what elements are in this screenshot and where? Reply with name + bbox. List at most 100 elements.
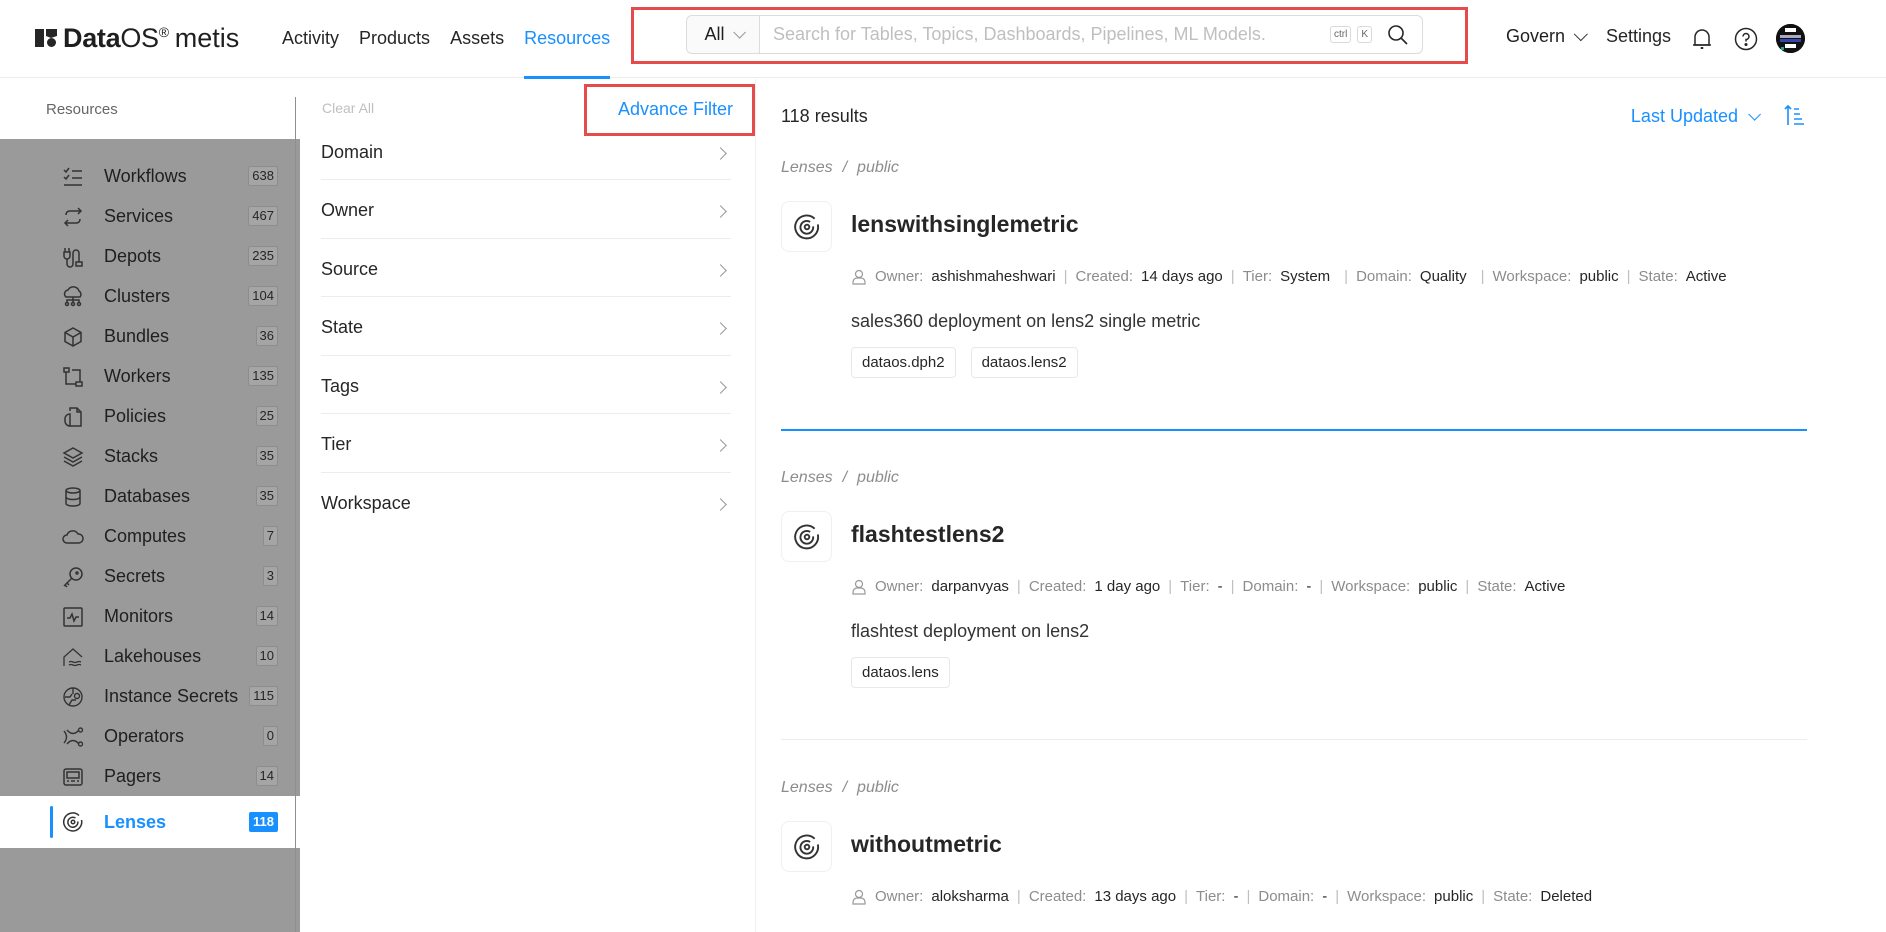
avatar[interactable]	[1776, 24, 1805, 53]
sidebar-item-label: Depots	[104, 245, 162, 266]
tag[interactable]: dataos.lens	[851, 657, 950, 688]
result-title[interactable]: lenswithsinglemetric	[851, 211, 1079, 238]
meta-key: Workspace:	[1492, 268, 1572, 285]
worker-icon	[63, 367, 83, 387]
search-input[interactable]	[760, 24, 1330, 45]
chevron-right-icon	[714, 497, 727, 511]
meta-key: Owner:	[875, 578, 924, 595]
count-badge: 35	[255, 486, 278, 506]
sidebar-item-stacks[interactable]: Stacks 35	[0, 436, 300, 476]
notifications-button[interactable]	[1687, 24, 1717, 54]
search-scope-select[interactable]: All	[687, 16, 760, 53]
sidebar-item-label: Workers	[104, 365, 171, 386]
monitor-icon	[63, 607, 83, 627]
filter-tags[interactable]: Tags	[321, 356, 731, 414]
logo[interactable]: DataOS® metis	[35, 22, 239, 54]
filter-domain[interactable]: Domain	[321, 133, 731, 180]
tier-value: -	[1217, 578, 1223, 595]
filter-owner[interactable]: Owner	[321, 180, 731, 239]
breadcrumb-type[interactable]: Lenses	[781, 469, 833, 486]
nav-activity[interactable]: Activity	[272, 0, 349, 78]
sidebar-item-label: Lakehouses	[104, 645, 202, 666]
help-button[interactable]	[1731, 24, 1761, 54]
breadcrumb-workspace[interactable]: public	[857, 159, 899, 176]
count-badge: 638	[248, 166, 278, 186]
sidebar-item-pagers[interactable]: Pagers 14	[0, 756, 300, 796]
sidebar-item-services[interactable]: Services 467	[0, 196, 300, 236]
sidebar-item-workflows[interactable]: Workflows 638	[0, 156, 300, 196]
breadcrumb-separator: /	[842, 779, 848, 796]
sidebar-item-workers[interactable]: Workers 135	[0, 356, 300, 396]
meta-key: Created:	[1028, 888, 1087, 905]
nav-resources[interactable]: Resources	[514, 0, 620, 79]
settings-link[interactable]: Settings	[1606, 26, 1671, 47]
result-title[interactable]: withoutmetric	[851, 831, 1002, 858]
count-badge: 3	[262, 566, 278, 586]
breadcrumb-workspace[interactable]: public	[857, 469, 899, 486]
state-value: Deleted	[1540, 888, 1593, 905]
depot-icon	[63, 248, 83, 268]
result-title[interactable]: flashtestlens2	[851, 521, 1004, 548]
sidebar-item-databases[interactable]: Databases 35	[0, 476, 300, 516]
lens-icon-box	[781, 201, 832, 252]
sidebar-item-bundles[interactable]: Bundles 36	[0, 316, 300, 356]
sidebar-item-computes[interactable]: Computes 7	[0, 516, 300, 556]
chevron-right-icon	[714, 380, 727, 394]
count-badge: 467	[248, 206, 278, 226]
sidebar-item-secrets[interactable]: Secrets 3	[0, 556, 300, 596]
sidebar-item-label: Secrets	[104, 565, 166, 586]
workflow-icon	[63, 167, 82, 186]
meta-separator: |	[1465, 578, 1470, 595]
sidebar-item-lakehouses[interactable]: Lakehouses 10	[0, 636, 300, 676]
sidebar-divider	[295, 97, 296, 932]
instance-secret-icon	[63, 687, 83, 707]
breadcrumb-workspace[interactable]: public	[857, 779, 899, 796]
meta-key: Created:	[1028, 578, 1087, 595]
tag[interactable]: dataos.dph2	[851, 347, 956, 378]
policy-icon	[64, 407, 82, 427]
sidebar-item-depots[interactable]: Depots 235	[0, 236, 300, 276]
sidebar-item-instance-secrets[interactable]: Instance Secrets 115	[0, 676, 300, 716]
sort-dropdown[interactable]: Last Updated	[1631, 106, 1761, 127]
created-value: 1 day ago	[1094, 578, 1161, 595]
breadcrumb-type[interactable]: Lenses	[781, 779, 833, 796]
filter-workspace[interactable]: Workspace	[321, 473, 731, 532]
meta-key: State:	[1493, 888, 1533, 905]
operator-icon	[63, 727, 84, 747]
sidebar-item-lenses[interactable]: Lenses 118	[0, 796, 300, 848]
chevron-right-icon	[714, 263, 727, 277]
nav-products[interactable]: Products	[349, 0, 440, 78]
sidebar-item-policies[interactable]: Policies 25	[0, 396, 300, 436]
filter-panel: Clear All Advance Filter Domain Owner So…	[300, 79, 756, 932]
filter-tier[interactable]: Tier	[321, 414, 731, 473]
sidebar-item-monitors[interactable]: Monitors 14	[0, 596, 300, 636]
meta-key: Domain:	[1258, 888, 1315, 905]
sidebar-item-clusters[interactable]: Clusters 104	[0, 276, 300, 316]
help-icon	[1734, 27, 1758, 51]
clear-all-button[interactable]: Clear All	[322, 100, 374, 116]
sidebar-item-label: Monitors	[104, 605, 174, 626]
sidebar-item-operators[interactable]: Operators 0	[0, 716, 300, 756]
tag[interactable]: dataos.lens2	[970, 347, 1078, 378]
breadcrumb-type[interactable]: Lenses	[781, 159, 833, 176]
meta-separator: |	[1168, 578, 1173, 595]
govern-menu[interactable]: Govern	[1506, 26, 1588, 47]
resource-type-list: Workflows 638 Services 467 Depots 235 Cl…	[0, 156, 300, 848]
lens-icon-box	[781, 511, 832, 562]
advance-filter-button[interactable]: Advance Filter	[618, 99, 733, 120]
workspace-value: public	[1579, 268, 1619, 285]
filter-state[interactable]: State	[321, 297, 731, 356]
meta-key: Tier:	[1196, 888, 1226, 905]
filter-label: Tags	[321, 375, 360, 396]
count-badge: 235	[248, 246, 278, 266]
count-badge: 14	[255, 766, 278, 786]
nav-assets[interactable]: Assets	[440, 0, 514, 78]
search-button[interactable]	[1378, 16, 1418, 53]
meta-separator: |	[1344, 268, 1349, 285]
sort-ascending-icon[interactable]	[1783, 103, 1807, 127]
meta-separator: |	[1230, 578, 1235, 595]
filter-source[interactable]: Source	[321, 239, 731, 297]
sidebar-header: Resources	[0, 79, 300, 139]
meta-separator: |	[1626, 268, 1631, 285]
chevron-right-icon	[714, 205, 727, 218]
